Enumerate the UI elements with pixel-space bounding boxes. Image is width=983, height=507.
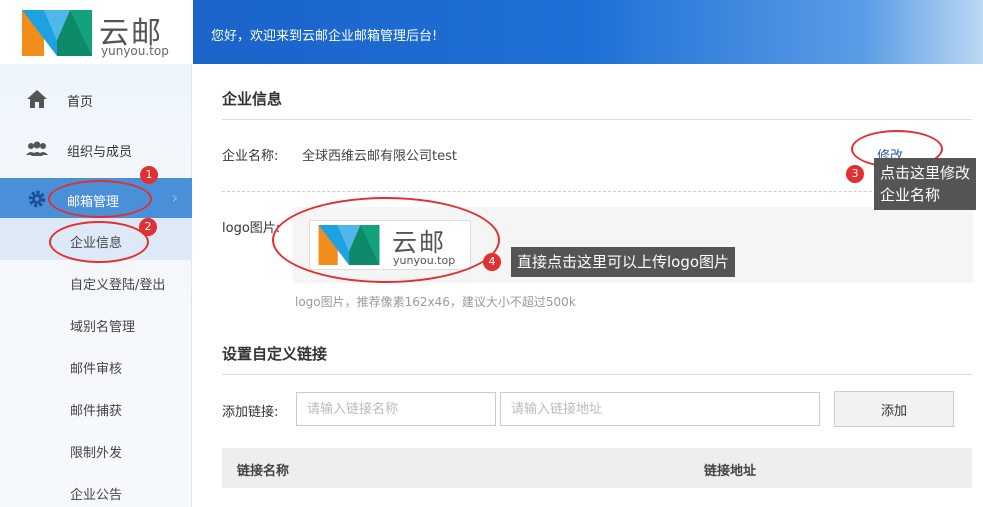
dashed-divider: [222, 191, 972, 192]
company-name-label: 企业名称:: [222, 149, 279, 164]
link-name-input[interactable]: [296, 392, 496, 426]
logo-hint: logo图片，推荐像素162x46，建议大小不超过500k: [295, 295, 576, 309]
sidebar-subitem-label: 企业公告: [70, 488, 123, 503]
link-url-input[interactable]: [500, 392, 820, 426]
logo-label: logo图片:: [222, 221, 281, 236]
add-link-button[interactable]: 添加: [834, 391, 954, 427]
divider: [222, 374, 972, 375]
annotation-badge-2: 2: [139, 218, 157, 236]
sidebar-subitem-domain-alias[interactable]: 域别名管理: [0, 302, 192, 344]
sidebar-item-org[interactable]: 组织与成员: [0, 128, 192, 170]
divider: [222, 119, 972, 120]
brand-logo[interactable]: 云邮 yunyou.top: [22, 8, 172, 58]
gear-icon: [28, 190, 46, 208]
column-header-link-name: 链接名称: [237, 464, 290, 479]
annotation-badge-3: 3: [846, 165, 864, 183]
app-root: 云邮 yunyou.top 首页 组织与成员 邮箱管理 › 企业信息 自定义登陆…: [0, 0, 983, 507]
home-icon: [27, 90, 47, 108]
annotation-ellipse-company-info: [49, 221, 149, 263]
annotation-badge-1: 1: [140, 166, 158, 184]
chevron-right-icon: ›: [171, 188, 178, 207]
section-title-company: 企业信息: [222, 90, 283, 108]
top-header: 您好，欢迎来到云邮企业邮箱管理后台!: [193, 0, 983, 64]
sidebar-subitem-label: 自定义登陆/登出: [70, 278, 166, 293]
sidebar-subitem-restrict-outgoing[interactable]: 限制外发: [0, 428, 192, 470]
sidebar-subitem-label: 邮件捕获: [70, 404, 123, 419]
tip-line: 企业名称: [880, 186, 941, 204]
annotation-badge-4: 4: [483, 253, 501, 271]
column-header-link-url: 链接地址: [704, 464, 757, 479]
annotation-tip-logo: 直接点击这里可以上传logo图片: [511, 247, 736, 277]
annotation-ellipse-logo: [272, 197, 500, 283]
sidebar-subitem-custom-login[interactable]: 自定义登陆/登出: [0, 260, 192, 302]
annotation-tip-edit: 点击这里修改 企业名称: [874, 158, 977, 210]
sidebar-subitem-label: 域别名管理: [70, 320, 136, 335]
annotation-ellipse-mailbox: [48, 180, 152, 218]
company-name-value: 全球西维云邮有限公司test: [302, 149, 457, 164]
sidebar-item-label: 首页: [67, 95, 94, 110]
users-icon: [26, 141, 48, 156]
logo-mark-icon: [22, 10, 92, 56]
add-link-label: 添加链接:: [222, 405, 279, 420]
tip-line: 点击这里修改: [880, 164, 971, 182]
section-title-links: 设置自定义链接: [222, 345, 328, 363]
sidebar-item-home[interactable]: 首页: [0, 78, 192, 120]
sidebar-subitem-label: 限制外发: [70, 446, 123, 461]
logo-area: 云邮 yunyou.top: [0, 0, 192, 64]
links-table-header: 链接名称 链接地址: [222, 448, 972, 488]
main-content: 企业信息 企业名称: 全球西维云邮有限公司test 修改 logo图片: 云邮 …: [193, 64, 983, 507]
sidebar-nav: 首页 组织与成员 邮箱管理 › 企业信息 自定义登陆/登出 域别名管理 邮件审核…: [0, 78, 192, 507]
brand-name-en: yunyou.top: [101, 44, 169, 58]
sidebar-subitem-label: 邮件审核: [70, 362, 123, 377]
sidebar-subitem-mail-capture[interactable]: 邮件捕获: [0, 386, 192, 428]
sidebar-subitem-mail-review[interactable]: 邮件审核: [0, 344, 192, 386]
sidebar-subitem-announcement[interactable]: 企业公告: [0, 470, 192, 507]
sidebar-item-label: 组织与成员: [67, 145, 133, 160]
welcome-text: 您好，欢迎来到云邮企业邮箱管理后台!: [211, 29, 438, 44]
